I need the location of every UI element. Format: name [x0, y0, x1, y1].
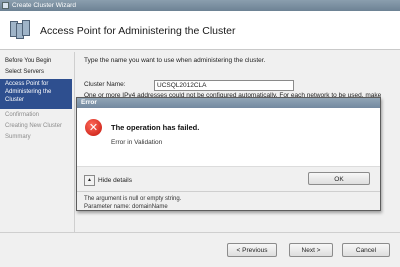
- error-sub-message: Error in Validation: [111, 139, 163, 146]
- next-button[interactable]: Next >: [289, 243, 333, 257]
- error-dialog: Error ✕ The operation has failed. Error …: [76, 97, 381, 211]
- hide-details-label: Hide details: [98, 177, 132, 185]
- error-message: The operation has failed.: [111, 123, 200, 132]
- details-divider: [77, 191, 380, 192]
- title-bar: Create Cluster Wizard: [0, 0, 400, 11]
- cluster-name-label: Cluster Name:: [84, 81, 126, 88]
- nav-item-access-point[interactable]: Access Point for Administering the Clust…: [0, 79, 72, 109]
- nav-item-confirmation: Confirmation: [5, 112, 40, 118]
- cluster-name-input[interactable]: UCSQL2012CLA: [154, 80, 294, 91]
- instruction-text: Type the name you want to use when admin…: [84, 57, 266, 64]
- footer-divider: [0, 232, 400, 233]
- wizard-window: Create Cluster Wizard Access Point for A…: [0, 0, 400, 267]
- nav-item-before-you-begin[interactable]: Before You Begin: [0, 57, 72, 66]
- collapse-up-icon[interactable]: ▲: [84, 175, 95, 186]
- error-dialog-body: ✕ The operation has failed. Error in Val…: [77, 108, 380, 167]
- wizard-header: Access Point for Administering the Clust…: [0, 11, 400, 50]
- error-icon: ✕: [85, 119, 102, 136]
- cluster-icon: [8, 18, 32, 42]
- window-title: Create Cluster Wizard: [12, 2, 76, 9]
- error-details: The argument is null or empty string. Pa…: [84, 195, 181, 211]
- error-details-line: Parameter name: domainName: [84, 204, 168, 210]
- nav-divider: [74, 52, 75, 232]
- wizard-nav: Before You Begin Select Servers Access P…: [0, 57, 72, 144]
- error-details-line: The argument is null or empty string.: [84, 196, 182, 202]
- page-title: Access Point for Administering the Clust…: [40, 25, 236, 37]
- hide-details-toggle[interactable]: ▲ Hide details: [84, 175, 132, 186]
- wizard-content: Type the name you want to use when admin…: [84, 57, 394, 99]
- app-icon: [2, 2, 9, 9]
- ok-button[interactable]: OK: [308, 172, 370, 185]
- error-dialog-title: Error: [77, 98, 380, 108]
- cancel-button[interactable]: Cancel: [342, 243, 390, 257]
- previous-button[interactable]: < Previous: [227, 243, 277, 257]
- nav-item-select-servers[interactable]: Select Servers: [0, 68, 72, 77]
- nav-item-summary: Summary: [5, 134, 31, 140]
- nav-item-creating-cluster: Creating New Cluster: [5, 123, 63, 129]
